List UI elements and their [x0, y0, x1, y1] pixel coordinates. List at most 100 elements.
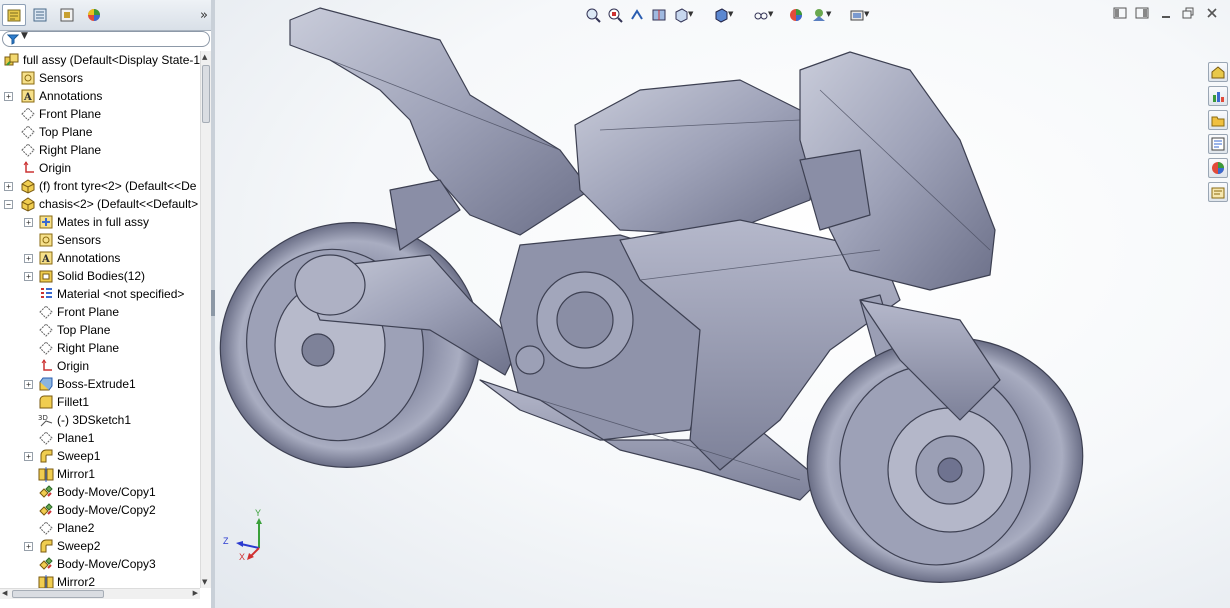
tree-vertical-scrollbar[interactable]: ▲ ▼	[200, 51, 211, 588]
edit-appearance-button[interactable]	[786, 5, 806, 25]
tree-item[interactable]: + A Annotations	[0, 249, 200, 267]
tree-item[interactable]: Front Plane	[0, 105, 200, 123]
plane-icon	[20, 124, 36, 140]
expand-icon[interactable]: +	[4, 92, 13, 101]
view-palette-tab[interactable]	[1208, 134, 1228, 154]
zoom-to-area-button[interactable]	[605, 5, 625, 25]
view-settings-button[interactable]: ▼	[847, 5, 869, 25]
view-settings-icon	[850, 10, 864, 21]
tree-item[interactable]: + Solid Bodies(12)	[0, 267, 200, 285]
tree-item-label: Annotations	[39, 89, 103, 103]
display-style-button[interactable]: ▼	[711, 5, 733, 25]
tree-item[interactable]: Body-Move/Copy1	[0, 483, 200, 501]
expand-icon[interactable]: +	[24, 380, 33, 389]
tree-item[interactable]: + Sweep1	[0, 447, 200, 465]
reference-triad: Y Z X	[221, 508, 281, 568]
tree-item-label: Fillet1	[57, 395, 90, 409]
svg-text:A: A	[41, 254, 50, 265]
tree-item[interactable]: Plane1	[0, 429, 200, 447]
tree-item[interactable]: Origin	[0, 159, 200, 177]
feature-tree-filter[interactable]: ▼	[2, 31, 210, 47]
graphics-area[interactable]: ▼ ▼ ▼ ▼ ▼ Y Z X	[215, 0, 1230, 608]
expand-icon[interactable]: +	[24, 542, 33, 551]
tree-item[interactable]: Fillet1	[0, 393, 200, 411]
sweep-icon	[38, 538, 54, 554]
part-icon	[20, 196, 36, 212]
display-style-icon	[715, 8, 728, 23]
tree-item[interactable]: Top Plane	[0, 123, 200, 141]
tree-item-label: Front Plane	[39, 107, 102, 121]
apply-scene-button[interactable]: ▼	[809, 5, 831, 25]
tile-left-button[interactable]	[1112, 6, 1128, 22]
restore-button[interactable]	[1180, 6, 1196, 22]
design-library-tab[interactable]	[1208, 86, 1228, 106]
propertymanager-tab[interactable]	[28, 4, 52, 26]
tree-item[interactable]: Front Plane	[0, 303, 200, 321]
tree-item[interactable]: Mirror1	[0, 465, 200, 483]
material-icon	[38, 286, 54, 302]
previous-view-button[interactable]	[627, 5, 647, 25]
tree-item[interactable]: Top Plane	[0, 321, 200, 339]
section-view-button[interactable]	[649, 5, 669, 25]
tree-item-label: Boss-Extrude1	[57, 377, 136, 391]
tree-item[interactable]: Right Plane	[0, 141, 200, 159]
configurationmanager-tab[interactable]	[55, 4, 79, 26]
tree-item[interactable]: 3D (-) 3DSketch1	[0, 411, 200, 429]
tree-item[interactable]: + Boss-Extrude1	[0, 375, 200, 393]
plane-icon	[20, 142, 36, 158]
featuremanager-tab[interactable]	[2, 4, 26, 26]
tree-item[interactable]: Body-Move/Copy2	[0, 501, 200, 519]
zoom-to-fit-button[interactable]	[583, 5, 603, 25]
motorcycle-model[interactable]	[215, 0, 1230, 608]
tree-item[interactable]: Sensors	[0, 69, 200, 87]
tree-item[interactable]: + A Annotations	[0, 87, 200, 105]
tree-item-label: full assy (Default<Display State-1	[23, 53, 200, 67]
tree-item[interactable]: − chasis<2> (Default<<Default>	[0, 195, 200, 213]
minimize-button[interactable]	[1158, 6, 1174, 22]
scroll-right-icon[interactable]: ▶	[193, 589, 198, 597]
scroll-thumb[interactable]	[202, 65, 210, 123]
custom-properties-tab[interactable]	[1208, 182, 1228, 202]
tree-item[interactable]: Body-Move/Copy3	[0, 555, 200, 573]
tree-item[interactable]: Plane2	[0, 519, 200, 537]
appearances-scenes-tab[interactable]	[1208, 158, 1228, 178]
tree-item[interactable]: Material <not specified>	[0, 285, 200, 303]
file-explorer-tab[interactable]	[1208, 110, 1228, 130]
collapse-icon[interactable]: −	[4, 200, 13, 209]
tree-item[interactable]: + (f) front tyre<2> (Default<<De	[0, 177, 200, 195]
hide-show-items-button[interactable]: ▼	[751, 5, 773, 25]
solidworks-resources-tab[interactable]	[1208, 62, 1228, 82]
scroll-left-icon[interactable]: ◀	[2, 589, 7, 597]
displaymanager-tab[interactable]	[82, 4, 106, 26]
close-button[interactable]	[1204, 6, 1220, 22]
tree-item[interactable]: Mirror2	[0, 573, 200, 588]
tree-item-label: (f) front tyre<2> (Default<<De	[39, 179, 197, 193]
tree-horizontal-scrollbar[interactable]: ◀ ▶	[0, 588, 200, 599]
tree-item[interactable]: Sensors	[0, 231, 200, 249]
plane-icon	[38, 430, 54, 446]
expand-icon[interactable]: +	[24, 254, 33, 263]
scroll-thumb[interactable]	[12, 590, 104, 598]
tile-right-button[interactable]	[1134, 6, 1150, 22]
tree-item[interactable]: Origin	[0, 357, 200, 375]
svg-text:A: A	[23, 92, 32, 103]
plane-icon	[38, 322, 54, 338]
scroll-down-icon[interactable]: ▼	[202, 578, 207, 586]
hide-show-items-icon	[754, 12, 768, 20]
tree-item[interactable]: full assy (Default<Display State-1	[0, 51, 200, 69]
expand-icon[interactable]: +	[24, 218, 33, 227]
expand-icon[interactable]: +	[24, 452, 33, 461]
scroll-up-icon[interactable]: ▲	[202, 53, 207, 61]
tree-item[interactable]: + Sweep2	[0, 537, 200, 555]
tree-item[interactable]: + Mates in full assy	[0, 213, 200, 231]
tile-right-icon	[1135, 7, 1149, 19]
tree-item-label: Material <not specified>	[57, 287, 185, 301]
expand-icon[interactable]: +	[4, 182, 13, 191]
filter-icon	[7, 34, 19, 45]
tree-item-label: Origin	[57, 359, 90, 373]
collapse-panel-button[interactable]: »	[200, 8, 208, 23]
expand-icon[interactable]: +	[24, 272, 33, 281]
tree-item[interactable]: Right Plane	[0, 339, 200, 357]
view-orientation-button[interactable]: ▼	[671, 5, 693, 25]
fuel-tank	[574, 79, 821, 236]
